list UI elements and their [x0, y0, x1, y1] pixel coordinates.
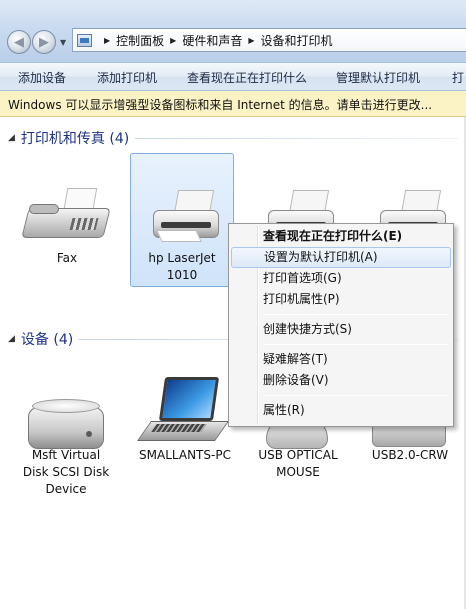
group-divider	[135, 137, 458, 139]
group-title: 设备 (4)	[20, 332, 74, 348]
menu-item-printer-properties[interactable]: 打印机属性(P)	[231, 289, 451, 310]
see-whats-printing-button[interactable]: 查看现在正在打印什么	[187, 69, 307, 86]
menu-item-properties[interactable]: 属性(R)	[231, 400, 451, 421]
breadcrumb-control-panel[interactable]: 控制面板	[116, 32, 164, 49]
menu-item-printing-preferences[interactable]: 打印首选项(G)	[231, 268, 451, 289]
address-bar[interactable]: ▶ 控制面板 ▶ 硬件和声音 ▶ 设备和打印机	[72, 28, 466, 52]
printer-icon	[131, 160, 233, 250]
chevron-right-icon[interactable]: ▶	[248, 36, 254, 45]
arrow-right-icon: ▶	[39, 34, 49, 50]
info-bar-text: Windows 可以显示增强型设备图标和来自 Internet 的信息。请单击进…	[8, 98, 433, 112]
device-label: Msft Virtual Disk SCSI Disk Device	[22, 448, 110, 496]
device-label: SMALLANTS-PC	[139, 448, 231, 462]
menu-item-remove-device[interactable]: 删除设备(V)	[231, 370, 451, 391]
laptop-icon	[132, 357, 238, 447]
device-label: USB2.0-CRW	[371, 448, 449, 462]
forward-button[interactable]: ▶	[32, 30, 56, 54]
menu-item-troubleshoot[interactable]: 疑难解答(T)	[231, 349, 451, 370]
device-label: hp LaserJet 1010	[148, 251, 216, 282]
command-bar: 添加设备 添加打印机 查看现在正在打印什么 管理默认打印机 打	[0, 62, 466, 91]
manage-default-printers-button[interactable]: 管理默认打印机	[336, 69, 420, 86]
disk-drive-icon	[14, 357, 118, 449]
menu-separator	[263, 344, 449, 345]
menu-item-create-shortcut[interactable]: 创建快捷方式(S)	[231, 319, 451, 340]
menu-item-see-whats-printing[interactable]: 查看现在正在打印什么(E)	[231, 226, 451, 247]
breadcrumb-devices-printers[interactable]: 设备和打印机	[261, 32, 333, 49]
add-printer-button[interactable]: 添加打印机	[97, 69, 157, 86]
menu-item-set-default-printer[interactable]: 设置为默认打印机(A)	[231, 247, 451, 268]
device-label: Fax	[56, 251, 78, 265]
collapse-triangle-icon[interactable]: ◢	[8, 133, 15, 143]
control-panel-icon	[77, 33, 92, 47]
printers-group-header[interactable]: ◢ 打印机和传真 (4)	[8, 128, 458, 148]
context-menu: 查看现在正在打印什么(E) 设置为默认打印机(A) 打印首选项(G) 打印机属性…	[228, 223, 454, 427]
print-server-button[interactable]: 打	[452, 69, 464, 86]
add-device-button[interactable]: 添加设备	[18, 69, 66, 86]
device-label: USB OPTICAL MOUSE	[258, 448, 338, 479]
back-button[interactable]: ◀	[7, 30, 31, 54]
arrow-left-icon: ◀	[14, 34, 24, 50]
device-tile-smallants-pc[interactable]: SMALLANTS-PC	[132, 357, 238, 464]
device-tile-virtual-disk[interactable]: Msft Virtual Disk SCSI Disk Device	[14, 357, 118, 498]
collapse-triangle-icon[interactable]: ◢	[8, 334, 15, 344]
breadcrumb-hardware-sound[interactable]: 硬件和声音	[182, 32, 242, 49]
info-bar[interactable]: Windows 可以显示增强型设备图标和来自 Internet 的信息。请单击进…	[0, 91, 466, 117]
printer-tile-hp-laserjet[interactable]: hp LaserJet 1010	[130, 153, 234, 287]
fax-icon	[15, 160, 119, 250]
recent-pages-dropdown[interactable]: ▼	[60, 38, 66, 47]
window-titlebar: ◀ ▶ ▼ ▶ 控制面板 ▶ 硬件和声音 ▶ 设备和打印机	[0, 0, 466, 62]
chevron-right-icon[interactable]: ▶	[104, 36, 110, 45]
menu-separator	[263, 314, 449, 315]
printer-tile-fax[interactable]: Fax	[15, 160, 119, 267]
chevron-right-icon[interactable]: ▶	[170, 36, 176, 45]
menu-separator	[263, 395, 449, 396]
group-title: 打印机和传真 (4)	[20, 131, 130, 147]
